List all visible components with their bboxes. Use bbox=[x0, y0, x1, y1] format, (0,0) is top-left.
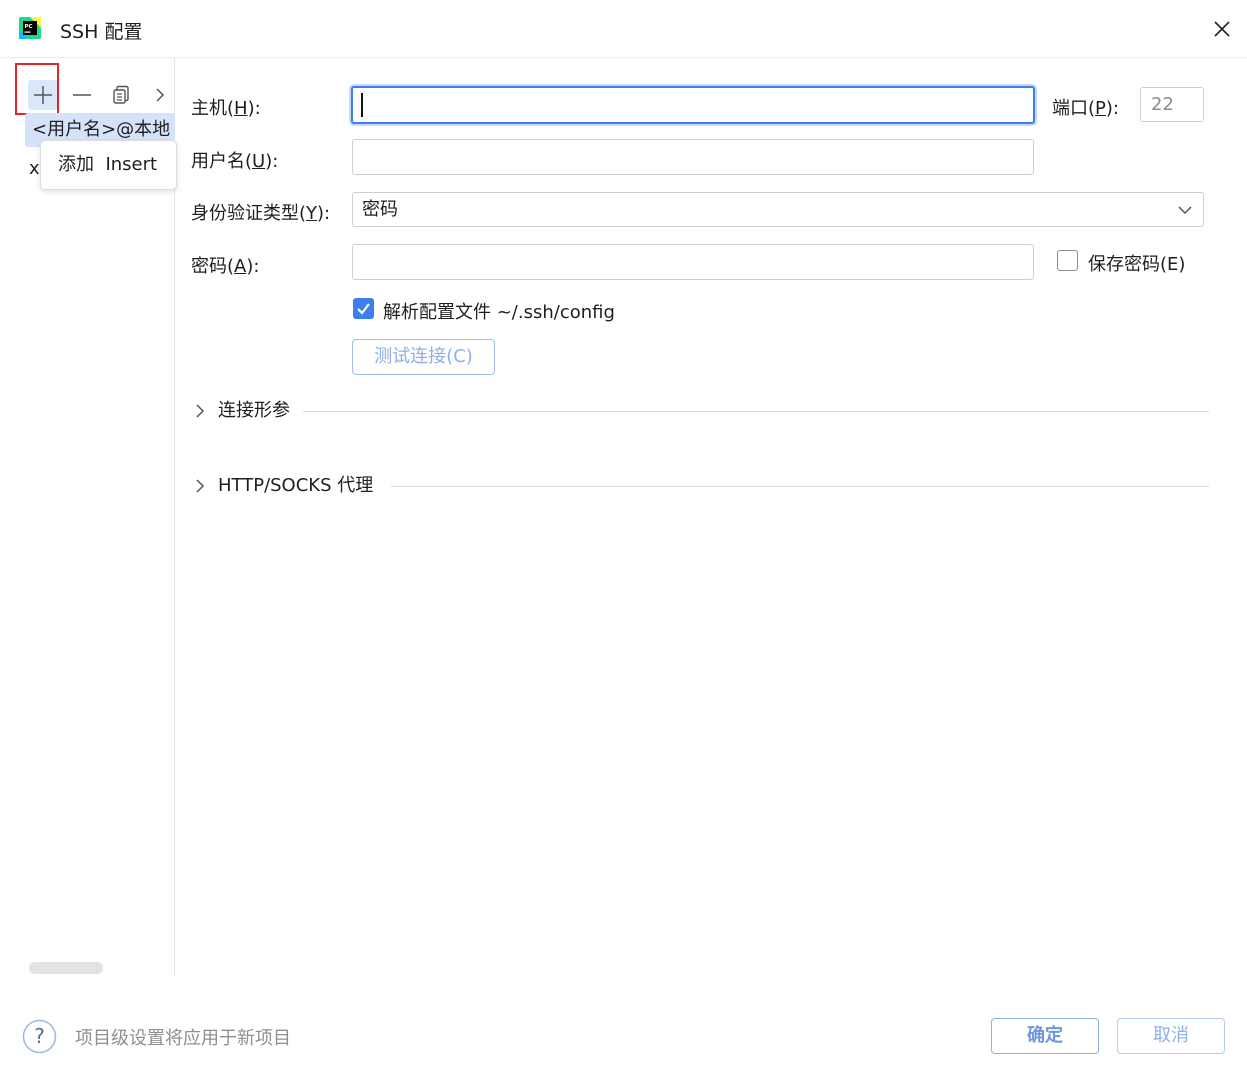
svg-text:PC: PC bbox=[25, 24, 33, 30]
port-label-key: P bbox=[1095, 98, 1106, 119]
chevron-right-icon bbox=[196, 479, 205, 493]
auth-type-select[interactable]: 密码 bbox=[352, 192, 1204, 227]
password-input[interactable] bbox=[352, 244, 1034, 280]
chevron-right-icon bbox=[156, 88, 165, 102]
username-label-pre: 用户名( bbox=[191, 151, 253, 172]
parse-config-checkbox[interactable] bbox=[353, 298, 374, 319]
text-caret bbox=[361, 93, 363, 117]
username-input[interactable] bbox=[352, 139, 1034, 175]
section-connection-params[interactable]: 连接形参 bbox=[192, 396, 1210, 426]
test-connection-button[interactable]: 测试连接(C) bbox=[352, 339, 495, 375]
host-label: 主机(H): bbox=[191, 94, 261, 120]
host-label-post: ): bbox=[247, 98, 261, 119]
add-tooltip: 添加 Insert bbox=[40, 140, 177, 190]
auth-label-pre: 身份验证类型( bbox=[191, 203, 307, 224]
horizontal-scrollbar[interactable] bbox=[29, 962, 103, 974]
chevron-right-icon bbox=[196, 404, 205, 418]
password-label: 密码(A): bbox=[191, 252, 259, 278]
footer-hint: 项目级设置将应用于新项目 bbox=[75, 1028, 291, 1049]
username-label-post: ): bbox=[265, 151, 279, 172]
checkmark-icon bbox=[357, 303, 370, 315]
section-title: 连接形参 bbox=[218, 400, 290, 421]
host-label-key: H bbox=[234, 98, 248, 119]
ok-button[interactable]: 确定 bbox=[991, 1018, 1099, 1054]
auth-type-value: 密码 bbox=[362, 199, 398, 220]
remove-button[interactable] bbox=[67, 80, 97, 110]
username-label-key: U bbox=[252, 151, 266, 172]
port-label-post: ): bbox=[1105, 98, 1119, 119]
section-divider bbox=[391, 486, 1209, 487]
title-bar: PC SSH 配置 bbox=[0, 0, 1247, 58]
section-divider bbox=[303, 411, 1209, 412]
password-label-key: A bbox=[234, 256, 247, 277]
chevron-down-icon bbox=[1178, 206, 1192, 215]
password-label-pre: 密码( bbox=[191, 256, 235, 277]
parse-config-label[interactable]: 解析配置文件 ~/.ssh/config bbox=[383, 298, 615, 324]
section-title: HTTP/SOCKS 代理 bbox=[218, 475, 374, 496]
svg-text:?: ? bbox=[34, 1024, 45, 1048]
port-label: 端口(P): bbox=[1052, 94, 1119, 120]
auth-type-label: 身份验证类型(Y): bbox=[191, 199, 330, 225]
add-button[interactable] bbox=[28, 80, 58, 110]
pycharm-icon: PC bbox=[19, 17, 41, 39]
plus-icon bbox=[34, 86, 52, 104]
minus-icon bbox=[73, 94, 91, 96]
host-list-item[interactable]: x bbox=[29, 157, 40, 181]
port-label-pre: 端口( bbox=[1052, 98, 1096, 119]
more-button[interactable] bbox=[145, 80, 175, 110]
auth-label-key: Y bbox=[306, 203, 318, 224]
username-label: 用户名(U): bbox=[191, 147, 278, 173]
copy-button[interactable] bbox=[106, 80, 136, 110]
host-label-pre: 主机( bbox=[191, 98, 235, 119]
host-list-pane: <用户名>@本地 x 添加 Insert bbox=[0, 58, 177, 976]
section-proxy[interactable]: HTTP/SOCKS 代理 bbox=[192, 471, 1210, 501]
cancel-button[interactable]: 取消 bbox=[1117, 1018, 1225, 1054]
auth-label-post: ): bbox=[317, 203, 331, 224]
help-icon[interactable]: ? bbox=[22, 1019, 57, 1054]
copy-icon bbox=[113, 85, 129, 104]
save-password-checkbox[interactable] bbox=[1057, 250, 1078, 271]
password-label-post: ): bbox=[246, 256, 260, 277]
close-icon[interactable] bbox=[1208, 15, 1236, 43]
port-input[interactable]: 22 bbox=[1140, 87, 1204, 122]
window-title: SSH 配置 bbox=[60, 21, 143, 43]
save-password-label[interactable]: 保存密码(E) bbox=[1088, 250, 1185, 276]
host-input[interactable] bbox=[351, 86, 1035, 124]
